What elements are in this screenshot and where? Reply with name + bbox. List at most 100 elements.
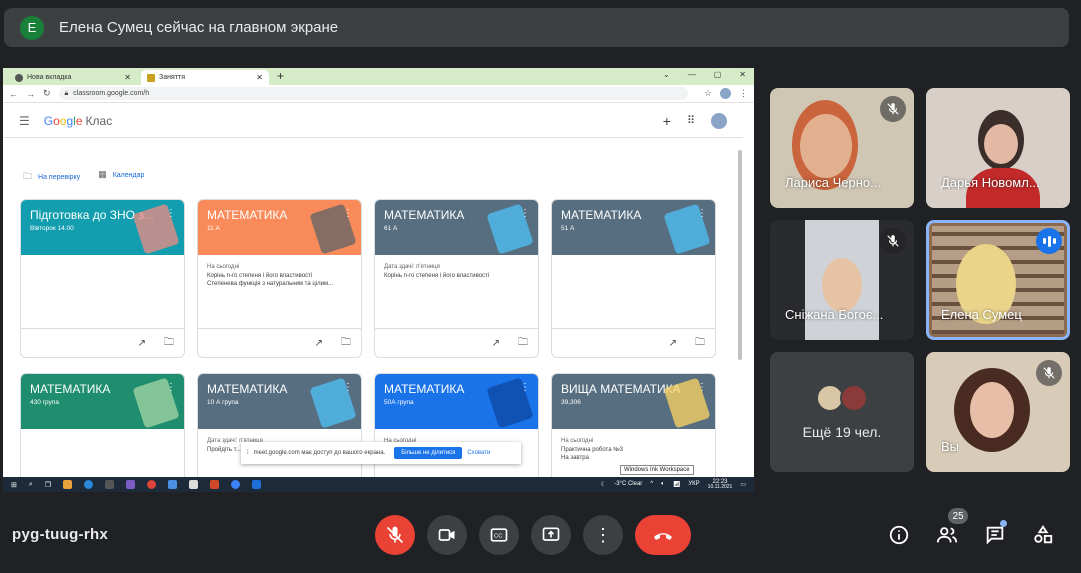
apps-grid-icon[interactable]: ⠿ bbox=[687, 114, 695, 127]
more-vert-icon[interactable]: ⋮ bbox=[697, 382, 707, 393]
new-tab-icon[interactable]: + bbox=[277, 69, 284, 83]
trending-icon[interactable]: ↗ bbox=[669, 338, 677, 349]
chrome-profile-icon[interactable] bbox=[168, 480, 178, 489]
forward-icon[interactable]: → bbox=[26, 89, 35, 99]
more-participants-tile[interactable]: Ещё 19 чел. bbox=[770, 352, 914, 472]
store-icon[interactable] bbox=[105, 480, 115, 489]
camera-toggle-button[interactable] bbox=[427, 515, 467, 555]
class-card[interactable]: МАТЕМАТИКА 10 А група ⋮ Дата здачі: п'ят… bbox=[197, 373, 362, 492]
card-assignment[interactable]: Степенева функція з натуральним та цілим… bbox=[207, 280, 352, 289]
url-field[interactable]: 🔒︎ classroom.google.com/h bbox=[58, 87, 688, 100]
classroom-subnav: 🗀︎ На перевірку ▦ Календар bbox=[23, 169, 144, 185]
folder-icon[interactable]: 🗀︎ bbox=[518, 335, 528, 352]
class-card[interactable]: МАТЕМАТИКА 51 А ⋮ ↗ 🗀︎ bbox=[551, 199, 716, 358]
folder-icon[interactable]: 🗀︎ bbox=[164, 335, 174, 352]
close-icon[interactable]: ✕ bbox=[739, 70, 746, 79]
chrome-icon bbox=[15, 73, 23, 82]
activities-button[interactable] bbox=[1030, 522, 1056, 548]
profile-avatar[interactable] bbox=[711, 112, 727, 129]
class-card[interactable]: Підготовка до ЗНО з... Вівторок 14.00 ⋮ … bbox=[20, 199, 185, 358]
participant-tile[interactable]: Сніжана Богоє... bbox=[770, 220, 914, 340]
card-header[interactable]: МАТЕМАТИКА 430 група ⋮ bbox=[21, 374, 184, 429]
more-vert-icon[interactable]: ⋮ bbox=[697, 208, 707, 219]
plus-icon[interactable]: + bbox=[663, 113, 671, 129]
menu-icon[interactable]: ⋮ bbox=[739, 88, 748, 99]
participant-tile-active-speaker[interactable]: Елена Сумец bbox=[926, 220, 1070, 340]
maximize-icon[interactable]: ▢ bbox=[714, 70, 722, 79]
tray-chevron-icon[interactable]: ^ bbox=[650, 481, 653, 487]
card-header[interactable]: Підготовка до ЗНО з... Вівторок 14.00 ⋮ bbox=[21, 200, 184, 255]
clock[interactable]: 22:23 10.11.2021 bbox=[708, 479, 733, 491]
card-assignment[interactable]: Корінь n-го степеня і його властивості bbox=[384, 272, 529, 281]
card-assignment[interactable]: Практична робота №3 bbox=[561, 446, 706, 455]
search-icon[interactable]: ⌕ bbox=[29, 481, 33, 489]
card-header[interactable]: МАТЕМАТИКА 51 А ⋮ bbox=[552, 200, 715, 255]
subnav-calendar[interactable]: ▦ Календар bbox=[98, 169, 144, 185]
self-view-tile[interactable]: Вы bbox=[926, 352, 1070, 472]
mic-toggle-button[interactable] bbox=[375, 515, 415, 555]
meeting-details-button[interactable] bbox=[886, 522, 912, 548]
network-icon[interactable]: 📶︎ bbox=[673, 481, 681, 488]
class-card[interactable]: МАТЕМАТИКА 50А група ⋮ На сьогодні ↗ 🗀︎ bbox=[374, 373, 539, 492]
card-header[interactable]: МАТЕМАТИКА 10 А група ⋮ bbox=[198, 374, 361, 429]
chrome-icon[interactable] bbox=[147, 480, 157, 489]
windows-start-icon[interactable]: ⊞ bbox=[11, 481, 17, 489]
stop-sharing-button[interactable]: Більше не ділитися bbox=[394, 447, 463, 459]
hamburger-icon[interactable]: ☰ bbox=[19, 114, 30, 128]
classroom-header: ☰ Google Клас + ⠿ bbox=[3, 104, 743, 138]
close-icon[interactable]: ✕ bbox=[256, 73, 263, 82]
app-icon[interactable] bbox=[189, 480, 199, 489]
chevron-down-icon[interactable]: ⌄ bbox=[663, 70, 670, 79]
class-card[interactable]: МАТЕМАТИКА 61 А ⋮ Дата здачі: п'ятниця Ко… bbox=[374, 199, 539, 358]
powerpoint-icon[interactable] bbox=[210, 480, 220, 489]
trending-icon[interactable]: ↗ bbox=[315, 338, 323, 349]
page-scrollbar[interactable] bbox=[738, 150, 742, 360]
more-vert-icon[interactable]: ⋮ bbox=[343, 382, 353, 393]
present-screen-button[interactable] bbox=[531, 515, 571, 555]
drag-handle-icon[interactable]: ⁞ bbox=[247, 450, 249, 456]
trending-icon[interactable]: ↗ bbox=[492, 338, 500, 349]
app-icon[interactable] bbox=[231, 480, 241, 489]
participant-tile[interactable]: Лариса Черно... bbox=[770, 88, 914, 208]
people-button[interactable] bbox=[934, 522, 960, 548]
class-card[interactable]: МАТЕМАТИКА 11 А ⋮ На сьогодні Корінь n-го… bbox=[197, 199, 362, 358]
more-vert-icon[interactable]: ⋮ bbox=[520, 208, 530, 219]
subnav-to-review[interactable]: 🗀︎ На перевірку bbox=[23, 169, 80, 185]
folder-icon[interactable]: 🗀︎ bbox=[695, 335, 705, 352]
hide-notice-button[interactable]: Сховати bbox=[467, 450, 490, 456]
card-header[interactable]: МАТЕМАТИКА 61 А ⋮ bbox=[375, 200, 538, 255]
edge-icon[interactable] bbox=[84, 480, 94, 489]
minimize-icon[interactable]: — bbox=[688, 70, 696, 79]
participant-tile[interactable]: Дарья Новомл... bbox=[926, 88, 1070, 208]
folder-icon[interactable]: 🗀︎ bbox=[341, 335, 351, 352]
card-header[interactable]: МАТЕМАТИКА 50А група ⋮ bbox=[375, 374, 538, 429]
file-explorer-icon[interactable] bbox=[63, 480, 73, 489]
close-icon[interactable]: ✕ bbox=[124, 73, 131, 82]
class-card[interactable]: МАТЕМАТИКА 430 група ⋮ ↗ 🗀︎ bbox=[20, 373, 185, 492]
leave-call-button[interactable] bbox=[635, 515, 691, 555]
more-options-button[interactable]: ⋮ bbox=[583, 515, 623, 555]
more-vert-icon[interactable]: ⋮ bbox=[343, 208, 353, 219]
screen-share-notice-text: meet.google.com має доступ до вашого екр… bbox=[253, 450, 386, 456]
browser-tab-classroom[interactable]: Заняття ✕ bbox=[141, 70, 269, 85]
card-assignment[interactable]: Корінь n-го степеня і його властивості bbox=[207, 272, 352, 281]
profile-avatar[interactable] bbox=[720, 88, 731, 99]
card-assignment[interactable]: На завтра bbox=[561, 454, 706, 463]
card-header[interactable]: ВИЩА МАТЕМАТИКА 39,306 ⋮ bbox=[552, 374, 715, 429]
viber-icon[interactable] bbox=[126, 480, 136, 489]
trending-icon[interactable]: ↗ bbox=[138, 338, 146, 349]
app-icon[interactable] bbox=[252, 480, 262, 489]
back-icon[interactable]: ← bbox=[9, 89, 18, 99]
reload-icon[interactable]: ↻ bbox=[43, 88, 51, 99]
more-vert-icon[interactable]: ⋮ bbox=[166, 382, 176, 393]
captions-button[interactable]: CC bbox=[479, 515, 519, 555]
more-vert-icon[interactable]: ⋮ bbox=[520, 382, 530, 393]
card-header[interactable]: МАТЕМАТИКА 11 А ⋮ bbox=[198, 200, 361, 255]
task-view-icon[interactable]: ❐ bbox=[45, 481, 51, 489]
notifications-icon[interactable]: ▭ bbox=[740, 481, 746, 488]
language-indicator[interactable]: УКР bbox=[688, 481, 699, 487]
browser-tab-new[interactable]: Нова вкладка ✕ bbox=[9, 70, 137, 85]
star-icon[interactable]: ☆ bbox=[704, 88, 712, 99]
volume-icon[interactable]: 🔈︎ bbox=[661, 481, 665, 488]
more-vert-icon[interactable]: ⋮ bbox=[166, 208, 176, 219]
